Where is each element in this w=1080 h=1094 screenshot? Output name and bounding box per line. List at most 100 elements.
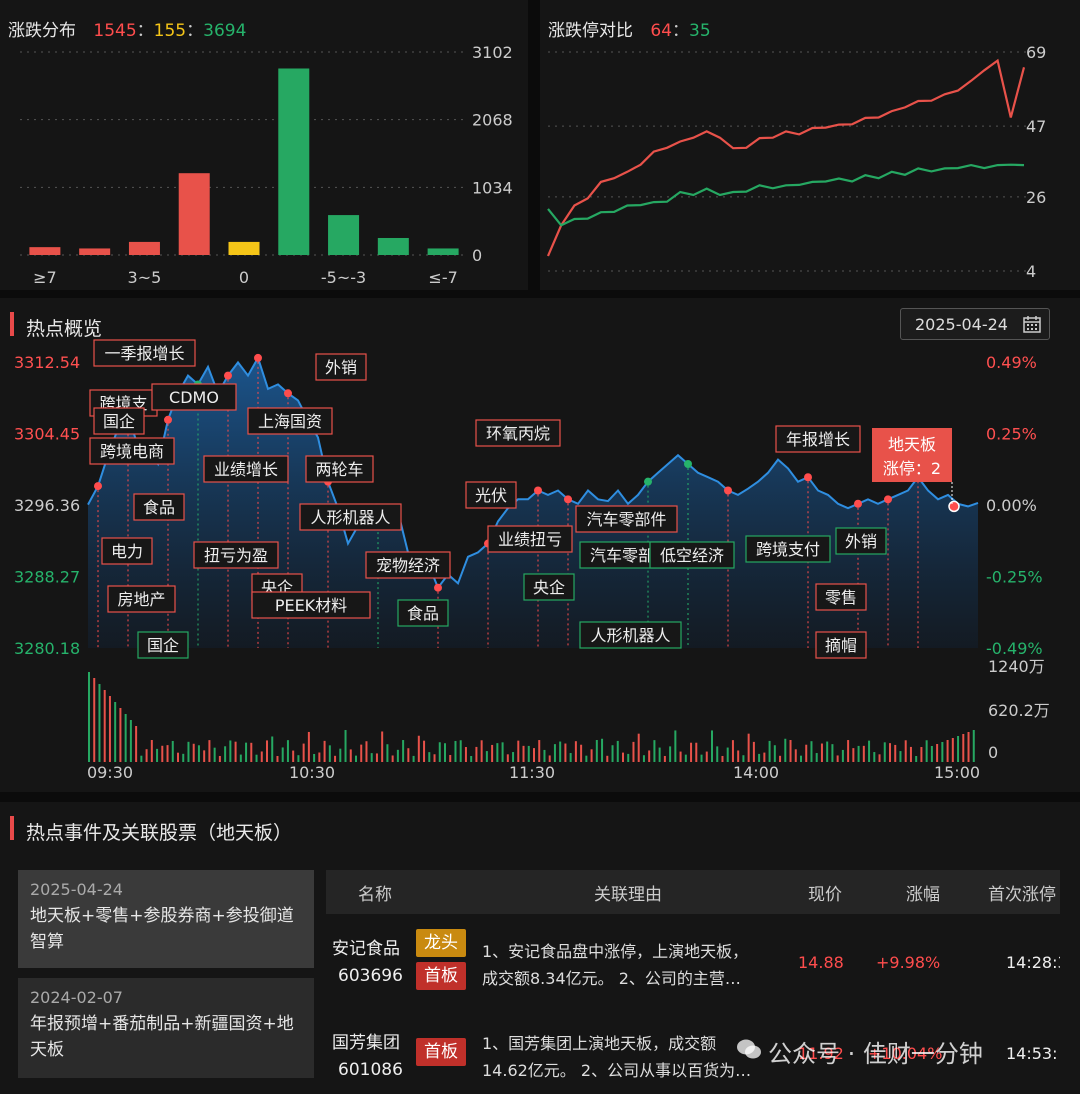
volume-bar (742, 755, 745, 762)
header-name[interactable]: 名称 (358, 880, 392, 905)
volume-bar (480, 740, 483, 762)
y-tick-label: 69 (1026, 43, 1046, 62)
volume-bar (318, 752, 321, 762)
leader-badge: 龙头 (416, 929, 466, 957)
volume-bar (140, 755, 143, 762)
tag-dot (164, 415, 172, 424)
y-tick-label: 3102 (472, 43, 513, 62)
volume-bar (218, 755, 221, 762)
volume-bar (862, 745, 865, 762)
volume-bar (197, 745, 200, 762)
stock-name[interactable]: 国芳集团 (332, 1028, 400, 1053)
volume-bar (517, 740, 520, 762)
volume-bar (883, 742, 886, 762)
table-header (326, 870, 1060, 914)
volume-bar (506, 754, 509, 762)
volume-bar (344, 730, 347, 762)
latest-dot (948, 500, 960, 513)
volume-bar (370, 753, 373, 762)
x-tick-label: 11:30 (509, 763, 555, 782)
stock-name[interactable]: 安记食品 (332, 934, 400, 959)
volume-bar (396, 749, 399, 762)
header-change[interactable]: 涨幅 (906, 880, 940, 905)
header-price[interactable]: 现价 (808, 880, 842, 905)
volume-bar (391, 755, 394, 762)
vol-tick-label: 0 (988, 743, 998, 762)
volume-bar (260, 751, 263, 762)
reason-line: 成交额8.34亿元。 2、公司的主营… (482, 969, 741, 988)
volume-bar (375, 753, 378, 762)
latest-tag-line: 涨停：2 (883, 459, 941, 478)
volume-bar (313, 753, 316, 762)
pct-tick-label: 0.25% (986, 425, 1037, 444)
bar (427, 248, 459, 255)
volume-bar (962, 734, 965, 762)
volume-bar (538, 740, 541, 762)
tag-label: 电力 (111, 542, 143, 561)
volume-bar (548, 755, 551, 762)
bar (377, 237, 409, 255)
volume-bar (156, 748, 159, 762)
y-tick-label: 2068 (472, 111, 513, 130)
volume-bar (224, 746, 227, 762)
volume-bar (967, 732, 970, 762)
volume-bar (423, 740, 426, 762)
volume-bar (234, 741, 237, 762)
tag-label: 汽车零部件 (586, 510, 666, 529)
event-date: 2024-02-07 (30, 988, 123, 1007)
tag-dot (94, 482, 102, 491)
volume-bar (831, 744, 834, 762)
tag-label: 上海国资 (258, 412, 322, 431)
volume-bar (98, 684, 101, 762)
tag-label: 汽车零部 (590, 546, 654, 565)
volume-bar (841, 749, 844, 762)
event-card[interactable]: 2025-04-24 地天板+零售+参股券商+参投御道智算 (18, 870, 314, 968)
volume-bar (731, 740, 734, 762)
volume-bar (286, 740, 289, 762)
volume-bar (166, 745, 169, 762)
volume-bar (129, 720, 132, 762)
y-tick-label: 0 (472, 246, 482, 265)
volume-bar (669, 746, 672, 762)
tag-label: 跨境电商 (100, 442, 164, 461)
distribution-chart: 3102 2068 1034 0 ≥7 3~5 0 -5~-3 ≤-7 (20, 43, 513, 287)
volume-bar (852, 748, 855, 762)
event-title: 年报预增+番茄制品+新疆国资+地天板 (30, 1014, 294, 1060)
volume-bar (721, 755, 724, 762)
volume-bar (622, 752, 624, 762)
header-first-limit[interactable]: 首次涨停 (988, 880, 1060, 905)
volume-bar (381, 731, 384, 762)
volume-bar (815, 753, 818, 762)
volume-bar (663, 755, 666, 762)
volume-bar (716, 746, 719, 762)
volume-bar (522, 745, 525, 762)
volume-bar (642, 755, 645, 762)
volume-bar (606, 755, 609, 762)
tag-label: PEEK材料 (275, 596, 347, 615)
volume-bar (464, 747, 467, 762)
volume-bar (135, 726, 138, 762)
volume-bar (161, 745, 164, 762)
section-marker (10, 816, 14, 840)
volume-bar (810, 741, 813, 762)
volume-bar (177, 752, 179, 762)
header-reason[interactable]: 关联理由 (594, 880, 662, 905)
y-tick-label: 3312.54 (14, 353, 80, 372)
volume-bar (915, 755, 918, 762)
volume-bar (794, 749, 797, 762)
volume-bar (747, 733, 750, 762)
reason-line: 14.62亿元。 2、公司从事以百货为… (482, 1061, 752, 1080)
stock-code: 603696 (338, 966, 403, 986)
volume-bar (763, 752, 766, 762)
volume-bar (428, 752, 431, 762)
volume-bar (365, 741, 368, 762)
event-card[interactable]: 2024-02-07 年报预增+番茄制品+新疆国资+地天板 (18, 978, 314, 1078)
volume-bar (951, 738, 954, 762)
tag-label: 人形机器人 (590, 626, 670, 645)
volume-bar (470, 755, 473, 762)
tag-label: 人形机器人 (310, 508, 390, 527)
bar (128, 241, 160, 255)
x-tick-label: 3~5 (128, 268, 162, 287)
volume-bar (674, 730, 677, 762)
volume-bar (192, 743, 195, 762)
